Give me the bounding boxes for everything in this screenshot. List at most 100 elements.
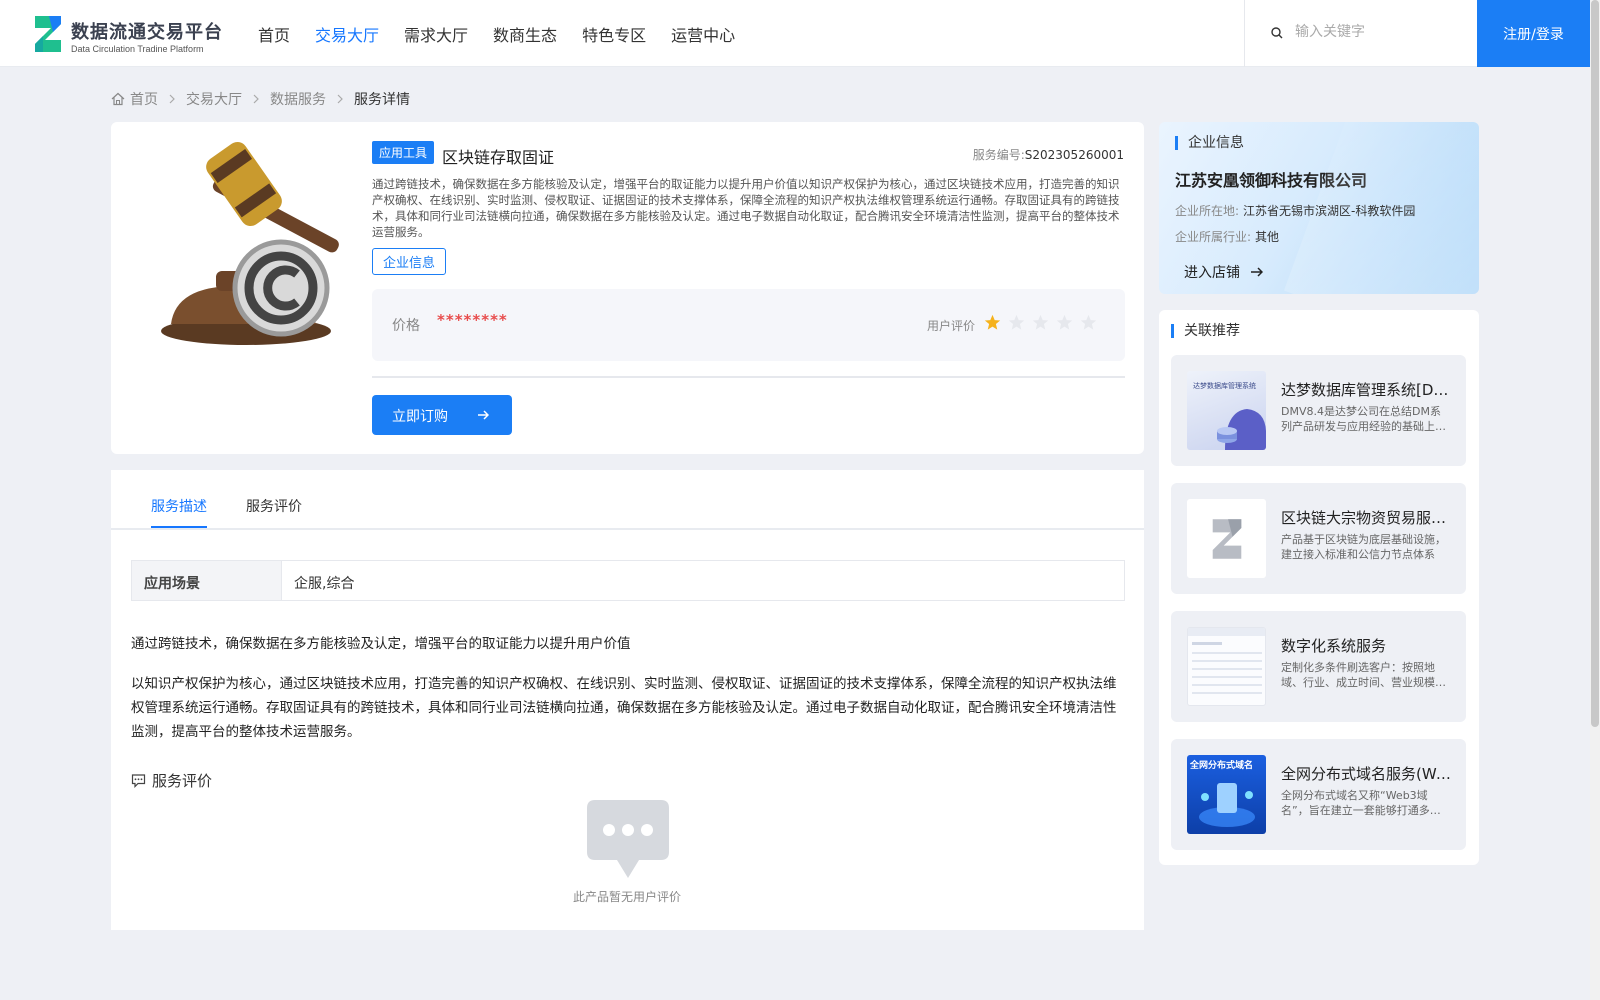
breadcrumb-data-service[interactable]: 数据服务	[270, 89, 326, 109]
service-number: 服务编号:S202305260001	[973, 146, 1124, 163]
order-now-button[interactable]: 立即订购	[372, 395, 512, 435]
nav-special-zone[interactable]: 特色专区	[582, 22, 646, 46]
price-panel: 价格 ******** 用户评价	[372, 289, 1125, 361]
product-card: 应用工具 区块链存取固证 服务编号:S202305260001 通过跨链技术，确…	[111, 122, 1144, 454]
enter-shop-button[interactable]: 进入店铺	[1184, 262, 1263, 282]
scene-value: 企服,综合	[281, 561, 1124, 600]
recommend-item[interactable]: 数字化系统服务 定制化多条件刷选客户：按照地域、行业、成立时间、营业规模等条件筛…	[1171, 611, 1466, 722]
star-empty-icon[interactable]	[1056, 314, 1073, 331]
application-scene-table: 应用场景 企服,综合	[131, 560, 1125, 601]
detail-tabs: 服务描述 服务评价	[111, 470, 1144, 530]
nav-demand-hall[interactable]: 需求大厅	[404, 22, 468, 46]
search-input[interactable]	[1295, 20, 1465, 44]
service-detail-card: 服务描述 服务评价 应用场景 企服,综合 通过跨链技术，确保数据在多方能核验及认…	[111, 470, 1144, 930]
tab-service-description[interactable]: 服务描述	[151, 496, 207, 516]
industry-value: 其他	[1255, 230, 1280, 244]
category-tag: 应用工具	[372, 141, 435, 164]
arrow-right-icon	[1251, 267, 1263, 277]
site-logo[interactable]: 数据流通交易平台 Data Circulation Tradine Platfo…	[29, 14, 229, 56]
divider	[372, 376, 1125, 378]
home-icon	[111, 92, 125, 106]
star-filled-icon[interactable]	[984, 314, 1001, 331]
platform-logo-icon	[1212, 519, 1242, 559]
product-description: 通过跨链技术，确保数据在多方能核验及认定，增强平台的取证能力以提升用户价值以知识…	[372, 177, 1120, 239]
logo-icon	[35, 16, 61, 52]
recommend-description: 定制化多条件刷选客户：按照地域、行业、成立时间、营业规模等条件筛选	[1281, 661, 1446, 689]
top-header: 数据流通交易平台 Data Circulation Tradine Platfo…	[0, 0, 1590, 67]
order-now-label: 立即订购	[392, 409, 448, 425]
nav-operation-center[interactable]: 运营中心	[671, 22, 735, 46]
industry-label: 企业所属行业:	[1175, 230, 1252, 244]
service-number-value: S202305260001	[1024, 148, 1124, 162]
review-section-title: 服务评价	[131, 770, 212, 791]
logo-subtitle: Data Circulation Tradine Platform	[71, 44, 204, 54]
chevron-right-icon	[253, 94, 259, 104]
recommend-item[interactable]: 全网分布式域名 全网分布式域名服务(Web3) 全网分布式域名又称“Web3域名…	[1171, 739, 1466, 850]
price-value: ********	[437, 311, 508, 329]
scrollbar-thumb[interactable]	[1591, 0, 1599, 727]
recommend-title: 全网分布式域名服务(Web3)	[1281, 765, 1451, 783]
star-empty-icon[interactable]	[1032, 314, 1049, 331]
company-info-card: 企业信息 江苏安凰领御科技有限公司 企业所在地: 江苏省无锡市滨湖区-科教软件园 …	[1159, 122, 1479, 294]
product-title: 区块链存取固证	[442, 148, 555, 167]
breadcrumb: 首页 交易大厅 数据服务 服务详情	[111, 89, 410, 109]
thumbnail-text: 达梦数据库管理系统	[1193, 382, 1256, 390]
description-paragraph: 通过跨链技术，确保数据在多方能核验及认定，增强平台的取证能力以提升用户价值	[131, 636, 631, 652]
comment-icon	[131, 774, 146, 788]
database-illustration-icon	[1217, 409, 1266, 450]
search-box	[1244, 0, 1476, 67]
recommend-section-title: 关联推荐	[1171, 324, 1240, 338]
recommend-title: 数字化系统服务	[1281, 637, 1387, 655]
company-section-title: 企业信息	[1175, 136, 1244, 150]
rating-stars	[984, 314, 1104, 331]
recommend-title: 达梦数据库管理系统[DM8]	[1281, 381, 1451, 399]
recommend-thumbnail	[1187, 499, 1266, 578]
breadcrumb-current: 服务详情	[354, 92, 410, 108]
recommend-description: 产品基于区块链为底层基础设施，建立接入标准和公信力节点体系	[1281, 533, 1446, 561]
nav-trading-hall[interactable]: 交易大厅	[315, 22, 379, 46]
location-value: 江苏省无锡市滨湖区-科教软件园	[1243, 204, 1416, 218]
logo-title: 数据流通交易平台	[71, 22, 223, 43]
nav-ecosystem[interactable]: 数商生态	[493, 22, 557, 46]
product-image-gavel	[161, 141, 339, 345]
thumbnail-text: 全网分布式域名	[1190, 761, 1254, 771]
login-register-button[interactable]: 注册/登录	[1477, 0, 1590, 67]
recommend-description: DMV8.4是达梦公司在总结DM系列产品研发与应用经验的基础上推出的新一代数据库…	[1281, 405, 1446, 433]
breadcrumb-home[interactable]: 首页	[130, 89, 158, 109]
rating-label: 用户评价	[927, 319, 976, 333]
system-screenshot-icon	[1188, 628, 1265, 694]
scene-label: 应用场景	[132, 561, 281, 600]
tab-service-review[interactable]: 服务评价	[246, 496, 302, 516]
recommend-item[interactable]: 达梦数据库管理系统 达梦数据库管理系统[DM8] DMV8.4是达梦公司在总结D…	[1171, 355, 1466, 466]
description-paragraph: 以知识产权保护为核心，通过区块链技术应用，打造完善的知识产权确权、在线识别、实时…	[131, 676, 1117, 740]
enterprise-info-button[interactable]: 企业信息	[372, 248, 447, 275]
active-tab-indicator	[151, 526, 207, 528]
recommend-thumbnail: 达梦数据库管理系统	[1187, 371, 1266, 450]
nav-home[interactable]: 首页	[258, 22, 290, 46]
company-name: 江苏安凰领御科技有限公司	[1175, 171, 1368, 190]
breadcrumb-trading-hall[interactable]: 交易大厅	[186, 89, 242, 109]
service-number-label: 服务编号:	[972, 148, 1025, 162]
recommend-thumbnail	[1187, 627, 1266, 706]
chevron-right-icon	[169, 94, 175, 104]
company-location: 企业所在地: 江苏省无锡市滨湖区-科教软件园	[1175, 202, 1415, 219]
recommend-item[interactable]: 区块链大宗物资贸易服务平台 产品基于区块链为底层基础设施，建立接入标准和公信力节…	[1171, 483, 1466, 594]
recommend-description: 全网分布式域名又称“Web3域名”，旨在建立一套能够打通多链的域名体系	[1281, 789, 1441, 817]
star-empty-icon[interactable]	[1008, 314, 1025, 331]
main-nav: 首页 交易大厅 需求大厅 数商生态 特色专区 运营中心	[258, 22, 760, 46]
recommend-thumbnail: 全网分布式域名	[1187, 755, 1266, 834]
price-label: 价格	[392, 318, 420, 334]
arrow-right-icon	[478, 410, 489, 420]
recommend-title: 区块链大宗物资贸易服务平台	[1281, 509, 1451, 527]
related-recommendations: 关联推荐 达梦数据库管理系统 达梦数据库管理系统[DM8] DMV8.4是达梦公…	[1159, 310, 1479, 865]
empty-comment-icon	[587, 800, 669, 878]
search-icon[interactable]	[1271, 27, 1283, 39]
company-industry: 企业所属行业: 其他	[1175, 228, 1279, 245]
review-title: 服务评价	[152, 772, 213, 790]
domain-network-icon	[1199, 783, 1255, 827]
star-empty-icon[interactable]	[1080, 314, 1097, 331]
empty-review-text: 此产品暂无用户评价	[573, 890, 682, 904]
enter-shop-label: 进入店铺	[1184, 265, 1240, 281]
location-label: 企业所在地:	[1175, 204, 1240, 218]
chevron-right-icon	[337, 94, 343, 104]
